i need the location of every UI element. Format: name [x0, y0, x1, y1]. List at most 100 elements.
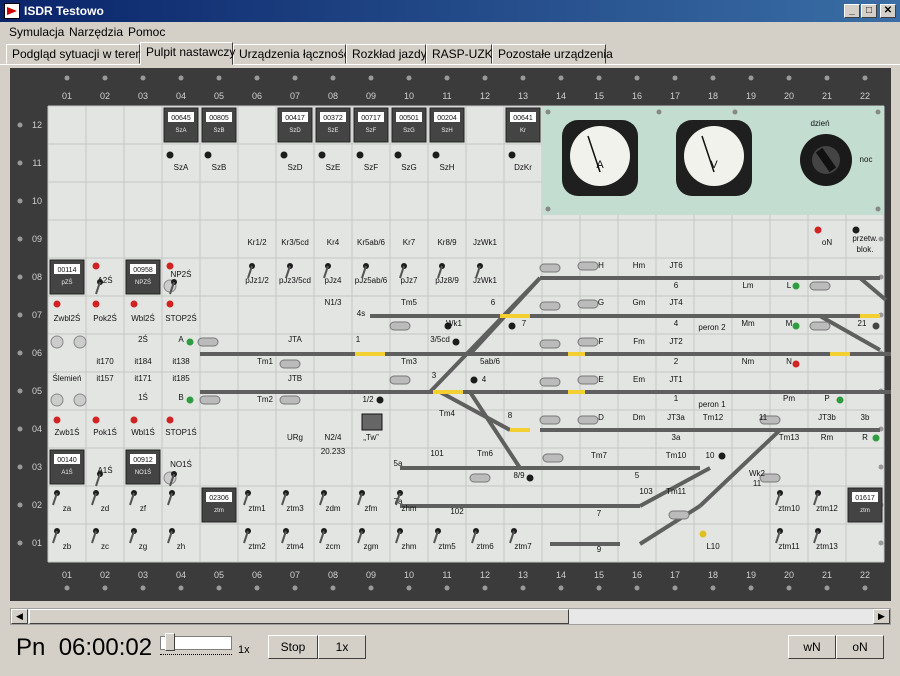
arrow-button[interactable]	[73, 335, 87, 349]
board-label: zfm	[365, 504, 378, 513]
arrow-button[interactable]	[73, 393, 87, 407]
tab-pozostale[interactable]: Pozostałe urządzenia	[492, 44, 613, 64]
tab-rasp[interactable]: RASP-UZK	[426, 44, 493, 64]
board-label: ztm11	[778, 542, 800, 551]
column-label: 19	[746, 570, 756, 580]
board-label: Zwbl2Ś	[54, 314, 81, 323]
column-label: 02	[100, 570, 110, 580]
menu-symulacja[interactable]: Symulacja	[9, 25, 64, 39]
board-label: JT3a	[667, 413, 685, 422]
scroll-thumb[interactable]	[29, 609, 569, 624]
column-label: 20	[784, 91, 794, 101]
board-label: JTA	[288, 335, 302, 344]
grid-dot	[17, 236, 23, 242]
row-label: 05	[32, 386, 42, 396]
counter-value: 02306	[209, 495, 229, 502]
arrow-button[interactable]	[50, 393, 64, 407]
tab-podglad[interactable]: Podgląd sytuacji w terenie	[6, 44, 151, 64]
grid-dot	[17, 312, 23, 318]
stop-button[interactable]: Stop	[268, 635, 318, 659]
grid-dot	[17, 464, 23, 470]
on-button[interactable]: oN	[836, 635, 884, 659]
board-label: SzD	[287, 163, 302, 172]
counter-value: 00645	[171, 115, 191, 122]
wn-button[interactable]: wN	[788, 635, 836, 659]
board-label: B	[178, 393, 183, 402]
board-label: zhm	[401, 542, 416, 551]
board-label: 6	[674, 281, 679, 290]
minimize-button[interactable]: _	[844, 4, 860, 18]
indicator-light	[280, 151, 288, 159]
board-label: SzG	[401, 163, 417, 172]
maximize-button[interactable]: □	[861, 4, 877, 18]
grid-dot	[786, 75, 792, 81]
indicator-light	[204, 151, 212, 159]
speed-button[interactable]: 1x	[318, 635, 366, 659]
grid-dot	[368, 75, 374, 81]
grid-dot	[17, 122, 23, 128]
board-label: 6	[491, 298, 496, 307]
board-label: Kr3/5cd	[281, 238, 309, 247]
counter-value: 01617	[855, 495, 875, 502]
grid-dot	[178, 75, 184, 81]
board-label: zb	[63, 542, 72, 551]
grid-dot	[17, 198, 23, 204]
menu-pomoc[interactable]: Pomoc	[128, 25, 165, 39]
tab-rozklad[interactable]: Rozkład jazdy	[346, 44, 427, 64]
slider-knob[interactable]	[165, 633, 175, 651]
board-label: Hm	[633, 261, 646, 270]
track-diagram[interactable]: 0101020203030404050506060707080809091010…	[10, 68, 900, 601]
column-label: 18	[708, 91, 718, 101]
indicator-light	[852, 226, 860, 234]
column-label: 09	[366, 91, 376, 101]
horizontal-scrollbar[interactable]: ◀ ▶	[10, 608, 891, 625]
indicator-light	[814, 226, 822, 234]
grid-dot	[672, 585, 678, 591]
board-label: Mm	[741, 319, 755, 328]
row-label: 09	[32, 234, 42, 244]
board-label: NP2Ś	[171, 270, 192, 279]
arrow-button[interactable]	[50, 335, 64, 349]
close-button[interactable]: ✕	[880, 4, 896, 18]
indicator-light	[394, 151, 402, 159]
signal-head	[577, 337, 599, 347]
grid-dot	[102, 585, 108, 591]
board-label: Wk2	[749, 469, 766, 478]
scroll-left-button[interactable]: ◀	[11, 609, 28, 624]
row-label: 12	[32, 120, 42, 130]
board-label: Tm13	[779, 433, 800, 442]
column-label: 09	[366, 570, 376, 580]
counter-value: 00140	[57, 457, 77, 464]
tab-pulpit[interactable]: Pulpit nastawczy	[140, 42, 235, 65]
signal-head	[279, 395, 301, 405]
signal-head	[469, 473, 491, 483]
board-label: 5a	[394, 459, 403, 468]
grid-dot	[710, 585, 716, 591]
grid-dot	[330, 75, 336, 81]
column-label: 01	[62, 570, 72, 580]
indicator-light	[92, 262, 100, 270]
grid-dot	[558, 585, 564, 591]
board-label: 11	[759, 413, 768, 422]
grid-dot	[254, 75, 260, 81]
counter-value: 00717	[361, 115, 381, 122]
grid-dot	[862, 585, 868, 591]
tab-lacznosc[interactable]: Urządzenia łączności	[233, 44, 352, 64]
grid-dot	[444, 75, 450, 81]
indicator-light	[432, 151, 440, 159]
tw-crossing-icon	[361, 413, 383, 431]
scroll-right-button[interactable]: ▶	[873, 609, 890, 624]
indicator-light	[508, 322, 516, 330]
board-label: N1/3	[325, 298, 342, 307]
board-label: zh	[177, 542, 185, 551]
grid-dot	[140, 75, 146, 81]
menu-narzedzia[interactable]: Narzędzia	[69, 25, 123, 39]
board-label: Ślemień	[53, 374, 82, 383]
control-board: 01 01 02 02 03 03 04 04 05 05 06 06 07 07 08 08 09 09 10 10…	[10, 68, 900, 601]
board-label: STOP2Ś	[165, 314, 196, 323]
board-label: F	[599, 337, 604, 346]
board-label: Kr4	[327, 238, 340, 247]
speed-slider[interactable]	[160, 633, 232, 651]
column-label: 13	[518, 570, 528, 580]
board-label: peron 2	[698, 323, 726, 332]
